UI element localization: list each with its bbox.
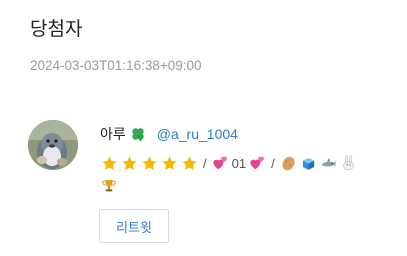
- retweet-button[interactable]: 리트윗: [99, 209, 169, 243]
- star-icon: [121, 155, 138, 172]
- page-title: 당첨자: [30, 18, 83, 40]
- winner-bio-line2: [101, 177, 118, 195]
- winner-handle-link[interactable]: @a_ru_1004: [157, 126, 238, 142]
- shark-icon: [320, 155, 337, 172]
- winner-bio: / 01 /: [101, 153, 357, 173]
- two-hearts-icon: [212, 155, 229, 172]
- rabbit-icon: [340, 154, 357, 172]
- star-icon: [181, 155, 198, 172]
- bio-separator: /: [271, 155, 275, 171]
- star-icon: [141, 155, 158, 172]
- star-icon: [101, 155, 118, 172]
- bio-separator: /: [203, 155, 207, 171]
- avatar[interactable]: [28, 120, 78, 170]
- winner-card: 당첨자 2024-03-03T01:16:38+09:00 아루 @a_ru_1…: [0, 0, 407, 256]
- avatar-image: [28, 120, 78, 170]
- potato-icon: [280, 155, 297, 172]
- winner-display-name: 아루: [100, 127, 126, 143]
- four-leaf-clover-icon: [130, 126, 147, 143]
- bio-count: 01: [231, 155, 247, 171]
- ice-cube-icon: [300, 155, 317, 172]
- winner-name-row: 아루 @a_ru_1004: [100, 124, 238, 144]
- star-icon: [161, 155, 178, 172]
- timestamp: 2024-03-03T01:16:38+09:00: [30, 58, 202, 73]
- two-hearts-icon: [249, 155, 266, 172]
- trophy-icon: [101, 178, 118, 195]
